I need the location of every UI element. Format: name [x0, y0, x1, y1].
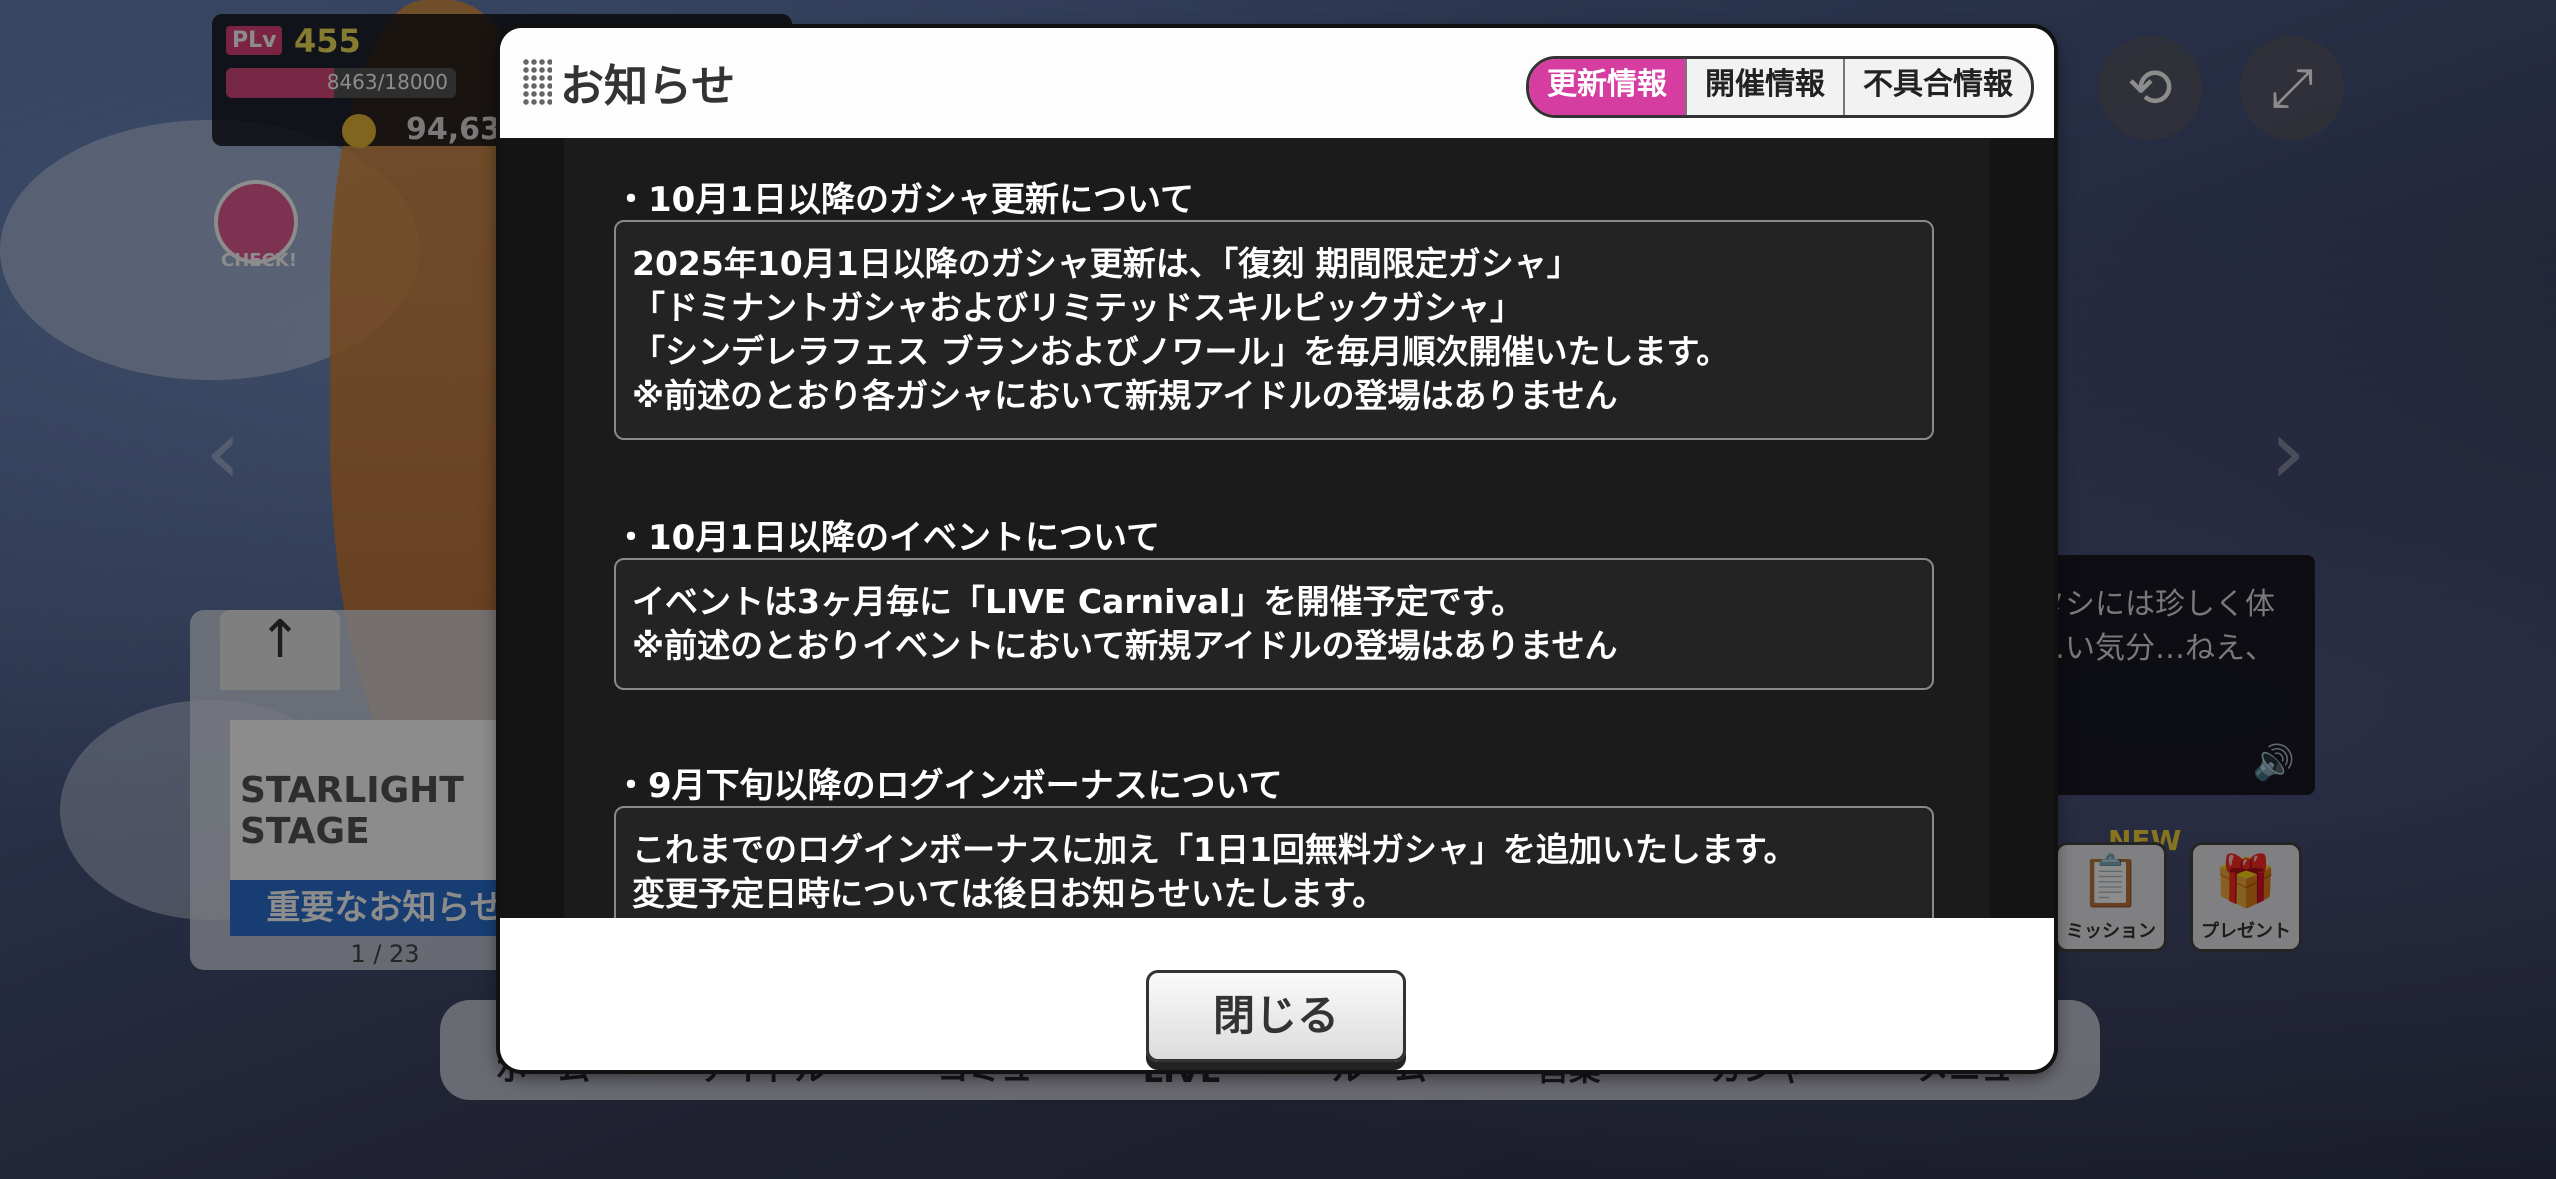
dialog-header: お知らせ 更新情報 開催情報 不具合情報	[500, 28, 2054, 138]
section-body: これまでのログインボーナスに加え「1日1回無料ガシャ」を追加いたします。 変更予…	[614, 806, 1934, 918]
section-line: 2025年10月1日以降のガシャ更新は、「復刻 期間限定ガシャ」	[632, 244, 1580, 283]
tab-update-info[interactable]: 更新情報	[1529, 59, 1687, 115]
section-heading: ・9月下旬以降のログインボーナスについて	[614, 766, 1283, 806]
grip-icon	[522, 58, 552, 106]
dialog-body[interactable]: ・10月1日以降のガシャ更新について 2025年10月1日以降のガシャ更新は、「…	[500, 138, 2054, 918]
section-body: 2025年10月1日以降のガシャ更新は、「復刻 期間限定ガシャ」 「ドミナントガ…	[614, 220, 1934, 440]
tab-bug-info[interactable]: 不具合情報	[1845, 59, 2031, 115]
notice-scroll-area[interactable]: ・10月1日以降のガシャ更新について 2025年10月1日以降のガシャ更新は、「…	[564, 138, 1990, 918]
section-line: 「シンデレラフェス ブランおよびノワール」を毎月順次開催いたします。	[632, 332, 1730, 371]
section-line: 変更予定日時については後日お知らせいたします。	[632, 874, 1386, 913]
section-heading: ・10月1日以降のイベントについて	[614, 518, 1160, 558]
dialog-title: お知らせ	[560, 61, 736, 112]
dialog-footer: 閉じる	[500, 918, 2054, 1070]
section-line: ※前述のとおりイベントにおいて新規アイドルの登場はありません	[632, 626, 1618, 665]
section-body: イベントは3ヶ月毎に「LIVE Carnival」を開催予定です。 ※前述のとお…	[614, 558, 1934, 690]
section-line: 「ドミナントガシャおよびリミテッドスキルピックガシャ」	[632, 288, 1523, 327]
notice-dialog: お知らせ 更新情報 開催情報 不具合情報 ・10月1日以降のガシャ更新について …	[500, 28, 2054, 1070]
section-line: これまでのログインボーナスに加え「1日1回無料ガシャ」を追加いたします。	[632, 830, 1797, 869]
tab-bar: 更新情報 開催情報 不具合情報	[1526, 56, 2034, 118]
close-button[interactable]: 閉じる	[1146, 970, 1406, 1062]
section-line: ※前述のとおり各ガシャにおいて新規アイドルの登場はありません	[632, 376, 1618, 415]
tab-event-info[interactable]: 開催情報	[1687, 59, 1845, 115]
section-line: イベントは3ヶ月毎に「LIVE Carnival」を開催予定です。	[632, 582, 1525, 621]
section-heading: ・10月1日以降のガシャ更新について	[614, 180, 1194, 220]
